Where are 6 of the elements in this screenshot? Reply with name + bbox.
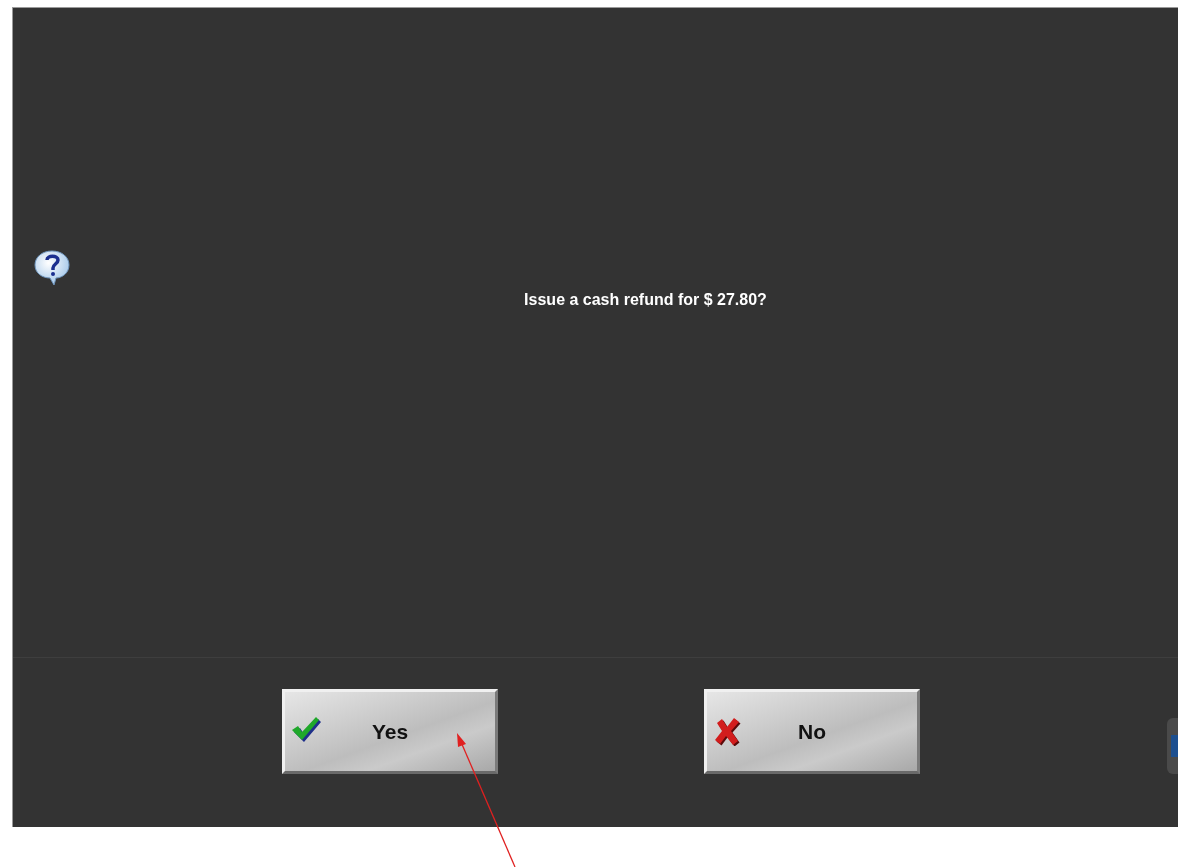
cross-icon (713, 716, 741, 746)
yes-button[interactable]: Yes (282, 689, 498, 774)
dialog-message: Issue a cash refund for $ 27.80? (524, 290, 767, 310)
no-button[interactable]: No (704, 689, 920, 774)
help-icon (33, 248, 71, 288)
checkmark-icon (291, 716, 323, 744)
